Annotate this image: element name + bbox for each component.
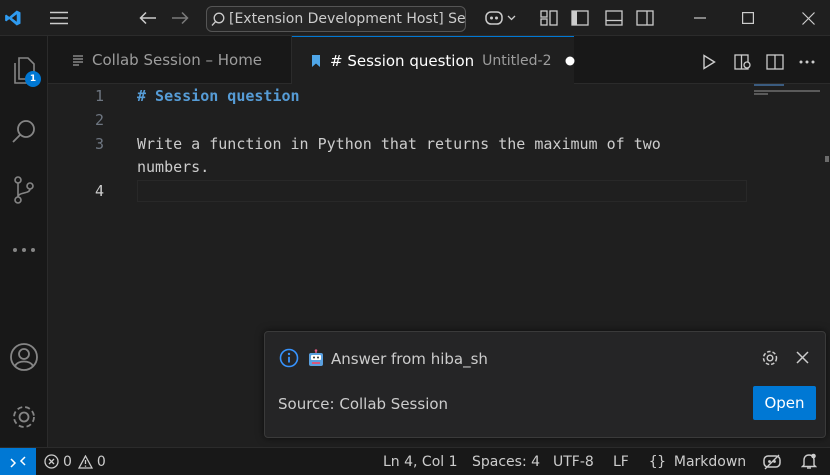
code-line[interactable]: # Session question	[137, 87, 300, 105]
source-control-icon[interactable]	[0, 166, 48, 214]
encoding-status[interactable]: UTF-8	[553, 448, 594, 475]
warning-count: 0	[96, 453, 106, 470]
error-count: 0	[63, 453, 72, 470]
line-number: 4	[94, 182, 104, 200]
more-icon[interactable]	[0, 226, 48, 274]
bookmark-file-icon	[310, 54, 322, 68]
copilot-icon	[484, 9, 504, 27]
dirty-dot-icon[interactable]	[565, 56, 575, 66]
line-number: 3	[94, 135, 104, 153]
remote-icon[interactable]	[0, 448, 36, 475]
search-view-icon[interactable]	[0, 108, 48, 156]
code-line[interactable]: Write a function in Python that returns …	[137, 135, 661, 153]
line-number: 2	[94, 111, 104, 129]
tab-label: Collab Session – Home	[92, 50, 263, 69]
braces-icon: {}	[649, 453, 666, 470]
editor-tab-bar: Collab Session – Home # Session question…	[48, 36, 830, 84]
status-bar: 0 0 Ln 4, Col 1 Spaces: 4 UTF-8 LF {} Ma…	[0, 447, 830, 475]
account-icon[interactable]	[0, 333, 48, 381]
markdown-file-icon	[72, 54, 84, 66]
robot-icon	[308, 349, 324, 367]
warning-icon	[77, 454, 93, 469]
notification-title: Answer from hiba_sh	[331, 350, 488, 368]
indentation-status[interactable]: Spaces: 4	[472, 448, 540, 475]
copilot-menu[interactable]	[480, 7, 520, 29]
activity-bar: 1	[0, 36, 48, 447]
maximize-icon[interactable]	[728, 7, 768, 29]
back-arrow-icon[interactable]	[136, 7, 160, 29]
title-bar: [Extension Development Host] Search	[0, 0, 830, 36]
code-line-wrapped[interactable]: numbers.	[137, 158, 209, 176]
toggle-secondary-sidebar-icon[interactable]	[764, 51, 786, 73]
notification-source: Source: Collab Session	[278, 395, 449, 413]
explorer-badge: 1	[25, 71, 41, 87]
settings-gear-icon[interactable]	[0, 393, 48, 441]
error-icon	[44, 454, 59, 469]
toggle-sidebar-icon[interactable]	[569, 7, 591, 29]
cursor-position[interactable]: Ln 4, Col 1	[383, 448, 458, 475]
editor-more-icon[interactable]	[796, 51, 818, 73]
notification-gear-icon[interactable]	[761, 349, 779, 367]
tab-collab-session-home[interactable]: Collab Session – Home	[58, 36, 292, 83]
command-center-search[interactable]: [Extension Development Host] Search	[206, 6, 466, 32]
menu-icon[interactable]	[46, 7, 72, 29]
notification-close-icon[interactable]	[796, 351, 809, 364]
minimize-icon[interactable]	[680, 7, 720, 29]
explorer-icon[interactable]	[0, 46, 48, 94]
toggle-panel-icon[interactable]	[603, 7, 625, 29]
line-number: 1	[94, 87, 104, 105]
problems-status[interactable]: 0 0	[44, 448, 106, 475]
chevron-down-icon	[507, 15, 516, 21]
tab-label: # Session question	[330, 51, 475, 70]
bell-icon[interactable]	[801, 448, 817, 475]
minimap[interactable]	[754, 84, 824, 124]
open-button[interactable]: Open	[753, 386, 816, 420]
tab-session-question[interactable]: # Session question Untitled-2	[292, 36, 575, 84]
run-icon[interactable]	[698, 51, 720, 73]
customize-layout-icon[interactable]	[538, 7, 560, 29]
copilot-status-icon[interactable]	[762, 448, 782, 475]
notification-toast: Answer from hiba_sh Source: Collab Sessi…	[264, 331, 826, 438]
search-text: [Extension Development Host] Search	[229, 11, 466, 27]
info-icon	[279, 348, 299, 368]
search-icon	[207, 12, 229, 27]
tab-description: Untitled-2	[482, 52, 552, 69]
forward-arrow-icon[interactable]	[168, 7, 192, 29]
language-label: Markdown	[673, 453, 747, 470]
scrollbar-cursor-marker	[825, 156, 829, 162]
current-line-highlight	[137, 180, 747, 202]
vscode-logo-icon	[0, 0, 26, 36]
eol-status[interactable]: LF	[613, 448, 629, 475]
open-preview-icon[interactable]	[732, 51, 754, 73]
close-icon[interactable]	[788, 7, 828, 29]
language-mode[interactable]: {} Markdown	[649, 448, 746, 475]
toggle-secondary-sidebar-icon[interactable]	[634, 7, 656, 29]
